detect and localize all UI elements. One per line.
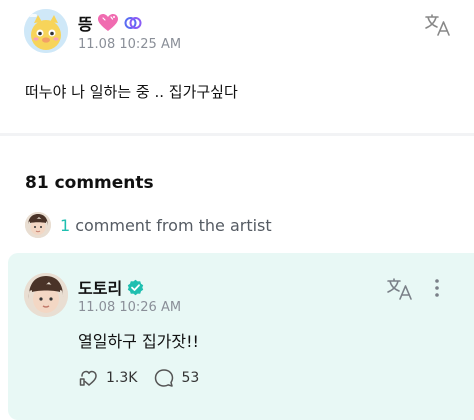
commenter-name[interactable]: 도토리 [78, 275, 122, 299]
post-timestamp: 11.08 10:25 AM [78, 37, 182, 52]
comment-count: 81 comments [25, 173, 154, 193]
artist-avatar-small [25, 212, 51, 238]
author-avatar[interactable] [24, 9, 68, 53]
artist-comment-card: 도토리 11.08 10:26 AM 열일하구 집가잣!! 1.3K 53 [8, 253, 474, 420]
commenter-avatar[interactable] [24, 273, 68, 317]
heart-badge-icon [97, 13, 119, 33]
reply-icon [155, 369, 174, 387]
translate-icon[interactable] [386, 277, 414, 301]
post-text: 떠누야 나 일하는 중 .. 집가구싶다 [25, 83, 238, 101]
commenter-row: 도토리 [78, 275, 144, 299]
artist-comment-label: comment from the artist [75, 215, 272, 235]
section-divider [0, 133, 474, 136]
translate-icon[interactable] [424, 13, 452, 37]
reply-count: 53 [181, 370, 200, 386]
reply-button[interactable]: 53 [153, 367, 199, 389]
author-name[interactable]: 뜽 [78, 11, 93, 35]
verified-icon [124, 14, 142, 32]
comment-actions: 1.3K 53 [78, 367, 215, 389]
artist-comment-filter[interactable]: 1 comment from the artist [25, 212, 272, 238]
more-options-icon[interactable] [432, 277, 442, 299]
verified-icon [127, 279, 144, 296]
author-row: 뜽 [78, 11, 142, 35]
post: 뜽 11.08 10:25 AM 떠누야 나 일하는 중 .. 집가구싶다 [0, 0, 474, 133]
like-count: 1.3K [106, 370, 138, 386]
like-icon [79, 370, 97, 386]
comment-text: 열일하구 집가잣!! [78, 332, 199, 351]
comment-timestamp: 11.08 10:26 AM [78, 300, 182, 315]
like-button[interactable]: 1.3K [78, 367, 137, 389]
artist-comment-count: 1 [60, 215, 71, 235]
